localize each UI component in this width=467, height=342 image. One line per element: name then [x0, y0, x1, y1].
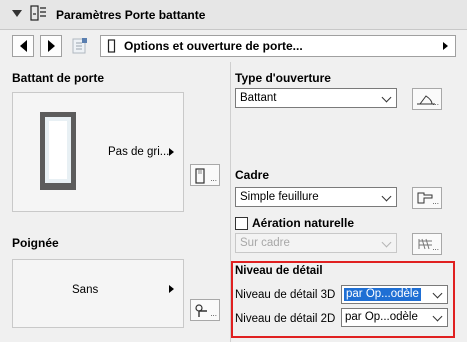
next-page-button[interactable]	[40, 35, 62, 57]
battant-preview-label: Pas de gri...	[108, 146, 170, 158]
type-ouverture-settings-button[interactable]: ...	[412, 88, 442, 110]
aeration-settings-button[interactable]: ...	[412, 233, 442, 255]
battant-settings-button[interactable]: ...	[190, 164, 220, 186]
aeration-select-value: Sur cadre	[240, 237, 290, 249]
panel-title: Paramètres Porte battante	[56, 8, 206, 22]
chevron-right-icon	[443, 42, 448, 50]
battant-title: Battant de porte	[12, 71, 105, 85]
detail-2d-value: par Op...odèle	[345, 311, 418, 323]
aeration-label: Aération naturelle	[252, 216, 355, 230]
chevron-right-icon	[169, 285, 174, 293]
chevron-down-icon	[381, 191, 392, 202]
door-settings-icon	[30, 5, 46, 21]
poignee-settings-button[interactable]: ...	[190, 299, 220, 321]
cadre-title: Cadre	[235, 168, 270, 182]
arrow-right-icon	[47, 40, 55, 52]
cadre-value: Simple feuillure	[240, 191, 319, 203]
detail-title: Niveau de détail	[235, 265, 323, 277]
door-leaf-preview-image	[40, 112, 76, 190]
chevron-right-icon	[169, 148, 174, 156]
handle-icon	[195, 304, 207, 317]
type-ouverture-value: Battant	[240, 92, 277, 104]
arrow-left-icon	[19, 40, 27, 52]
aeration-select[interactable]: Sur cadre	[235, 233, 397, 253]
door-small-icon	[107, 39, 116, 53]
cadre-settings-button[interactable]: ...	[412, 187, 442, 209]
chevron-down-icon	[381, 237, 392, 248]
detail-3d-value: par Op...odèle	[344, 288, 421, 301]
page-selector-label: Options et ouverture de porte...	[124, 39, 303, 53]
chevron-down-icon	[432, 311, 443, 322]
type-ouverture-select[interactable]: Battant	[235, 88, 397, 108]
aeration-checkbox[interactable]	[235, 217, 248, 230]
detail-2d-select[interactable]: par Op...odèle	[341, 308, 448, 327]
previous-page-button[interactable]	[12, 35, 34, 57]
detail-2d-label: Niveau de détail 2D	[235, 313, 336, 325]
page-list-icon[interactable]	[70, 37, 90, 55]
chevron-down-icon	[381, 92, 392, 103]
poignee-title: Poignée	[12, 236, 59, 250]
poignee-value: Sans	[72, 284, 99, 296]
door-icon	[195, 168, 205, 184]
type-ouverture-title: Type d'ouverture	[235, 71, 331, 85]
detail-3d-label: Niveau de détail 3D	[235, 289, 336, 301]
chevron-down-icon	[432, 288, 443, 299]
detail-3d-select[interactable]: par Op...odèle	[341, 285, 448, 304]
cadre-select[interactable]: Simple feuillure	[235, 187, 397, 207]
collapse-arrow-icon[interactable]	[12, 10, 22, 17]
